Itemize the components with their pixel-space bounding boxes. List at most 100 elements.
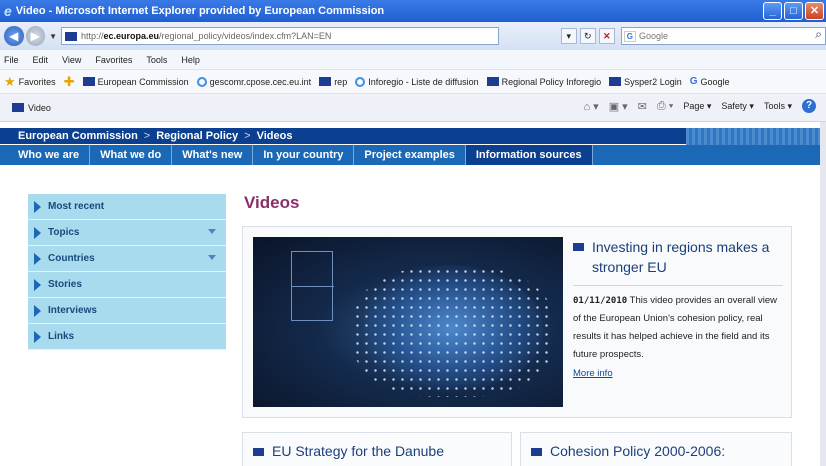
arrow-right-icon xyxy=(34,304,41,317)
menu-edit[interactable]: Edit xyxy=(33,55,49,65)
address-path: /regional_policy/videos/index.cfm?LAN=EN xyxy=(159,31,332,41)
menu-favorites[interactable]: Favorites xyxy=(95,55,132,65)
nav-information-sources[interactable]: Information sources xyxy=(465,145,593,165)
address-domain: ec.europa.eu xyxy=(103,31,160,41)
video-card[interactable]: EU Strategy for the Danube xyxy=(242,432,512,466)
menu-view[interactable]: View xyxy=(62,55,81,65)
google-icon: G xyxy=(623,30,636,42)
sidebar-item-most-recent[interactable]: Most recent xyxy=(28,194,226,220)
stop-icon[interactable]: ✕ xyxy=(598,28,615,44)
favorite-link-gescomr[interactable]: gescomr.cpose.cec.eu.int xyxy=(196,76,312,87)
sidebar-item-label: Most recent xyxy=(48,201,105,212)
history-dropdown-icon[interactable]: ▼ xyxy=(49,32,57,41)
nav-in-your-country[interactable]: In your country xyxy=(253,145,355,165)
favorite-link-european-commission[interactable]: European Commission xyxy=(82,77,189,87)
menu-help[interactable]: Help xyxy=(181,55,200,65)
featured-video-description: 01/11/2010 This video provides an overal… xyxy=(573,292,783,364)
divider xyxy=(573,285,783,286)
print-icon[interactable]: ⎙ ▾ xyxy=(657,100,673,113)
breadcrumb-item[interactable]: Regional Policy xyxy=(156,130,238,142)
favorite-link-label: Regional Policy Inforegio xyxy=(501,76,602,87)
eu-flag-icon xyxy=(486,77,499,86)
window-titlebar: e Video - Microsoft Internet Explorer pr… xyxy=(0,0,826,22)
main-navigation: Who we are What we do What's new In your… xyxy=(0,145,826,165)
favorites-label: Favorites xyxy=(18,76,56,87)
search-placeholder: Google xyxy=(638,31,669,41)
minimize-button[interactable]: _ xyxy=(763,2,782,20)
nav-project-examples[interactable]: Project examples xyxy=(354,145,466,165)
address-prefix: http:// xyxy=(80,31,104,41)
eu-flag-icon xyxy=(253,448,264,456)
tab-label: Video xyxy=(28,102,51,113)
sidebar-item-stories[interactable]: Stories xyxy=(28,272,226,298)
breadcrumb-item[interactable]: European Commission xyxy=(18,130,138,142)
address-toolbar: ◀ ▶ ▼ http:// ec.europa.eu /regional_pol… xyxy=(0,22,826,50)
command-bar: ⌂ ▾ ▣ ▾ ✉ ⎙ ▾ Page ▾ Safety ▾ Tools ▾ ? xyxy=(583,99,816,113)
chevron-down-icon[interactable] xyxy=(208,255,216,260)
eu-flag-icon xyxy=(319,77,332,86)
eu-flag-icon xyxy=(609,77,622,86)
sidebar-item-countries[interactable]: Countries xyxy=(28,246,226,272)
sidebar-item-topics[interactable]: Topics xyxy=(28,220,226,246)
arrow-right-icon xyxy=(34,278,41,291)
search-icon[interactable]: ⌕ xyxy=(815,27,822,42)
menu-tools[interactable]: Tools xyxy=(146,55,167,65)
favorite-link-label: rep xyxy=(334,76,348,87)
read-mail-icon[interactable]: ✉ xyxy=(638,100,647,113)
arrow-right-icon xyxy=(34,252,41,265)
close-button[interactable]: ✕ xyxy=(805,2,824,20)
vertical-scrollbar[interactable] xyxy=(820,122,826,466)
maximize-button[interactable]: □ xyxy=(784,2,803,20)
sidebar-item-links[interactable]: Links xyxy=(28,324,226,350)
search-input[interactable]: G Google xyxy=(620,27,826,45)
tools-menu[interactable]: Tools ▾ xyxy=(764,101,792,112)
favorites-bar: ★ Favorites ✚ European Commission gescom… xyxy=(0,70,826,94)
eu-flag-icon xyxy=(573,243,584,251)
site-favicon xyxy=(64,31,77,41)
chevron-down-icon[interactable] xyxy=(208,229,216,234)
eu-flag-icon xyxy=(531,448,542,456)
arrow-right-icon xyxy=(34,330,41,343)
eu-flag-icon xyxy=(82,77,95,86)
address-dropdown-icon[interactable]: ▾ xyxy=(560,28,577,44)
video-card[interactable]: Cohesion Policy 2000-2006: xyxy=(520,432,792,466)
favorite-link-label: gescomr.cpose.cec.eu.int xyxy=(209,76,312,87)
menu-bar: File Edit View Favorites Tools Help xyxy=(0,50,826,70)
feeds-icon[interactable]: ▣ ▾ xyxy=(609,100,628,113)
featured-video-title[interactable]: Investing in regions makes a stronger EU xyxy=(573,237,783,277)
favorite-link-rep[interactable]: rep xyxy=(319,77,347,87)
google-icon: G xyxy=(689,76,698,87)
forward-button[interactable]: ▶ xyxy=(25,26,46,46)
safety-menu[interactable]: Safety ▾ xyxy=(721,101,754,112)
window-title: Video - Microsoft Internet Explorer prov… xyxy=(15,5,385,17)
nav-who-we-are[interactable]: Who we are xyxy=(8,145,91,165)
favorite-link-google[interactable]: G Google xyxy=(690,76,730,87)
nav-what-we-do[interactable]: What we do xyxy=(90,145,173,165)
more-info-link[interactable]: More info xyxy=(573,368,783,379)
video-thumbnail[interactable] xyxy=(253,237,563,407)
refresh-icon[interactable]: ↻ xyxy=(579,28,596,44)
video-date: 01/11/2010 xyxy=(573,296,628,306)
address-tools: ▾ ↻ ✕ xyxy=(560,28,615,44)
help-icon[interactable]: ? xyxy=(802,99,816,113)
add-favorite-icon[interactable]: ✚ xyxy=(64,74,75,90)
nav-whats-new[interactable]: What's new xyxy=(172,145,254,165)
sidebar-item-label: Interviews xyxy=(48,305,97,316)
sidebar-item-interviews[interactable]: Interviews xyxy=(28,298,226,324)
favorites-star-icon: ★ xyxy=(4,73,16,89)
back-button[interactable]: ◀ xyxy=(4,26,24,46)
breadcrumb-separator: > xyxy=(143,130,151,142)
arrow-right-icon xyxy=(34,226,41,239)
favorites-button[interactable]: ★ Favorites xyxy=(4,74,56,90)
favorite-link-sysper2[interactable]: Sysper2 Login xyxy=(609,77,682,87)
ie-page-icon xyxy=(196,76,207,87)
favorite-link-regional-policy[interactable]: Regional Policy Inforegio xyxy=(486,76,602,87)
page-menu[interactable]: Page ▾ xyxy=(683,101,711,112)
breadcrumb-separator: > xyxy=(244,130,251,142)
favorite-link-inforegio-liste[interactable]: Inforegio - Liste de diffusion xyxy=(355,76,479,87)
home-icon[interactable]: ⌂ ▾ xyxy=(583,100,598,113)
menu-file[interactable]: File xyxy=(4,55,19,65)
sidebar-item-label: Topics xyxy=(48,227,80,238)
address-bar[interactable]: http:// ec.europa.eu /regional_policy/vi… xyxy=(60,27,499,45)
tab-video[interactable]: Video xyxy=(0,103,51,113)
